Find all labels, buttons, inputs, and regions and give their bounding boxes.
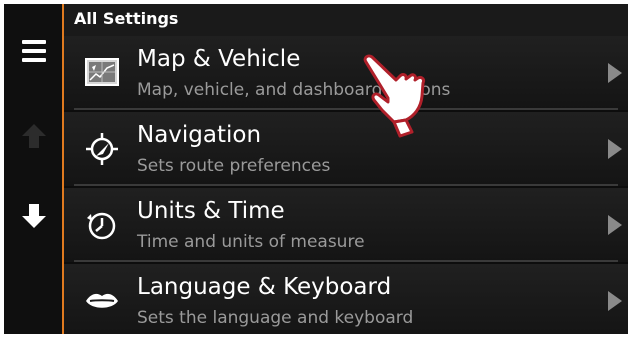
settings-item-map-vehicle[interactable]: Map & Vehicle Map, vehicle, and dashboar… [64,36,628,110]
chevron-right-icon [608,63,622,83]
settings-item-title: Language & Keyboard [137,274,392,300]
settings-item-units-time[interactable]: Units & Time Time and units of measure [64,188,628,262]
row-divider [74,108,618,110]
arrow-down-icon[interactable] [22,202,46,230]
settings-item-navigation[interactable]: Navigation Sets route preferences [64,112,628,186]
settings-item-subtitle: Sets the language and keyboard [137,308,414,328]
chevron-right-icon [608,291,622,311]
settings-item-title: Map & Vehicle [137,46,301,72]
settings-item-title: Navigation [137,122,262,148]
settings-item-title: Units & Time [137,198,285,224]
page-title: All Settings [74,9,179,28]
chevron-right-icon [608,139,622,159]
settings-item-subtitle: Sets route preferences [137,156,331,176]
row-divider [74,184,618,186]
lips-icon [86,293,118,308]
tap-pointer-hand-icon [363,54,425,138]
settings-item-subtitle: Time and units of measure [137,232,365,252]
settings-screen: All Settings Map & Vehicle Map, vehicle,… [4,4,628,334]
chevron-right-icon [608,215,622,235]
hamburger-menu-icon[interactable] [22,40,46,62]
header-bar: All Settings [64,4,628,36]
settings-item-language-keyboard[interactable]: Language & Keyboard Sets the language an… [64,264,628,334]
sidebar [4,4,62,334]
navigation-icon [86,133,118,165]
clock-icon [87,212,116,240]
arrow-up-icon[interactable] [22,122,46,150]
map-icon [85,58,119,86]
settings-list: Map & Vehicle Map, vehicle, and dashboar… [64,36,628,334]
row-divider [74,260,618,262]
